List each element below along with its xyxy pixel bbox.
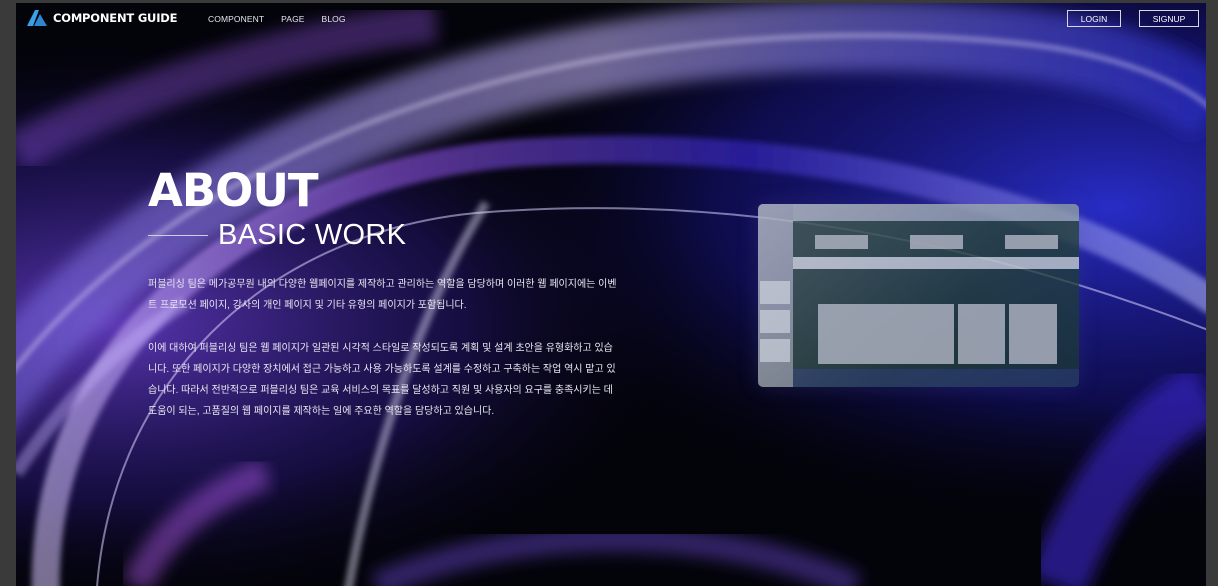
mockup-nav-item bbox=[910, 235, 963, 249]
mockup-content-card bbox=[1009, 304, 1057, 364]
intro-paragraph: 퍼블리싱 팀은 메가공무원 내의 다양한 웹페이지를 제작하고 관리하는 역할을… bbox=[148, 279, 617, 311]
detail-paragraph: 이에 대하여 퍼블리싱 팀은 웹 페이지가 일관된 시각적 스타일로 작성되도록… bbox=[148, 343, 616, 417]
mockup-content-card bbox=[958, 304, 1005, 364]
mockup-sidebar-item bbox=[760, 339, 790, 362]
login-button[interactable]: LOGIN bbox=[1067, 10, 1121, 27]
page-viewport: COMPONENT GUIDE COMPONENT PAGE BLOG LOGI… bbox=[16, 3, 1206, 586]
nav-item-blog[interactable]: BLOG bbox=[322, 14, 346, 24]
mockup-nav-item bbox=[1005, 235, 1058, 249]
mockup-content-area bbox=[793, 269, 1079, 369]
hero-title: ABOUT bbox=[148, 164, 319, 217]
hero-subtitle-row: BASIC WORK bbox=[148, 221, 406, 250]
hero-subtitle: BASIC WORK bbox=[218, 219, 407, 251]
mockup-divider-band bbox=[793, 257, 1079, 269]
nav-item-component[interactable]: COMPONENT bbox=[208, 14, 264, 24]
mockup-content-card bbox=[818, 304, 954, 364]
mockup-nav-item bbox=[815, 235, 868, 249]
brand-logo[interactable]: COMPONENT GUIDE bbox=[27, 10, 177, 26]
main-nav: COMPONENT PAGE BLOG bbox=[208, 14, 346, 24]
brand-name: COMPONENT GUIDE bbox=[53, 11, 178, 25]
mockup-footer bbox=[793, 369, 1079, 387]
mockup-sidebar-item bbox=[760, 310, 790, 333]
mockup-nav-bar bbox=[793, 221, 1079, 257]
signup-button[interactable]: SIGNUP bbox=[1139, 10, 1199, 27]
triangle-logo-icon bbox=[27, 10, 47, 26]
website-mockup-illustration bbox=[758, 204, 1079, 387]
mockup-sidebar-item bbox=[760, 281, 790, 304]
nav-item-page[interactable]: PAGE bbox=[281, 14, 304, 24]
subtitle-divider bbox=[148, 235, 208, 236]
top-header: COMPONENT GUIDE COMPONENT PAGE BLOG LOGI… bbox=[16, 3, 1206, 35]
mockup-topbar bbox=[793, 204, 1079, 221]
